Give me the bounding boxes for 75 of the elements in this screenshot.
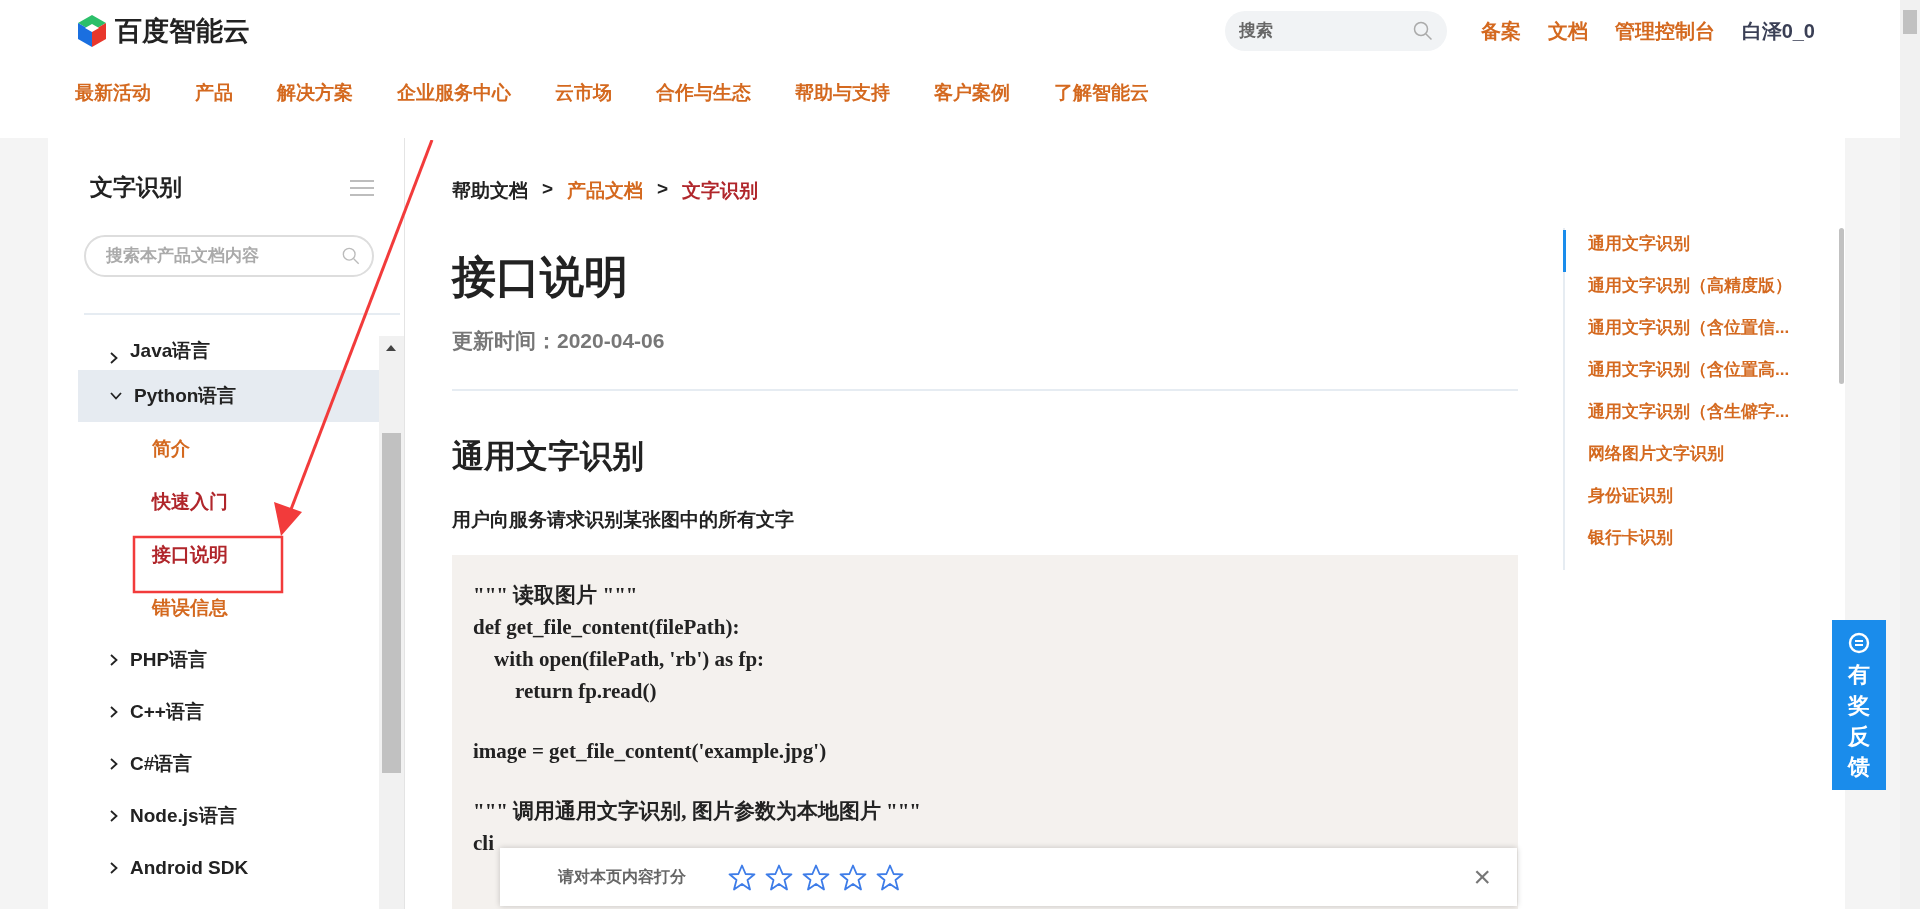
nav-link[interactable]: 云市场 — [555, 80, 612, 106]
tree-item[interactable]: Java语言 — [78, 336, 379, 370]
search-icon — [342, 247, 360, 265]
tree-item-expanded[interactable]: Python语言 — [78, 370, 379, 422]
tree-item[interactable]: Node.js语言 — [78, 790, 379, 842]
tree-link[interactable]: 快速入门 — [78, 475, 228, 528]
breadcrumb-separator: > — [657, 178, 669, 201]
nav-link[interactable]: 企业服务中心 — [397, 80, 511, 106]
code-line: """ 读取图片 """ — [473, 582, 638, 609]
header-link[interactable]: 管理控制台 — [1614, 17, 1715, 45]
tree-item[interactable]: C#语言 — [78, 738, 379, 790]
tree-item[interactable]: PHP语言 — [78, 634, 379, 686]
close-button[interactable]: × — [1467, 862, 1497, 892]
code-line: with open(filePath, 'rb') as fp: — [493, 646, 765, 673]
code-line: def get_file_content(filePath): — [473, 614, 740, 641]
tree-item[interactable]: Android SDK — [78, 842, 379, 894]
chevron-right-icon — [110, 758, 118, 770]
star-icon[interactable] — [765, 863, 793, 891]
logo-text: 百度智能云 — [115, 15, 250, 48]
chevron-right-icon — [110, 810, 118, 822]
header-link[interactable]: 文档 — [1547, 17, 1588, 45]
breadcrumb-link[interactable]: 文字识别 — [682, 178, 759, 204]
breadcrumb-link[interactable]: 帮助文档 — [452, 178, 528, 204]
chevron-right-icon — [110, 352, 118, 364]
code-line: image = get_file_content('example.jpg') — [473, 738, 827, 765]
toc-link[interactable]: 通用文字识别 — [1563, 230, 1690, 272]
scrollbar-thumb[interactable] — [1839, 228, 1844, 384]
rating-prompt: 请对本页内容打分 — [558, 866, 686, 887]
toc-link[interactable]: 网络图片文字识别 — [1563, 440, 1724, 482]
feedback-icon — [1848, 632, 1870, 654]
star-icon[interactable] — [876, 863, 904, 891]
chevron-right-icon — [110, 862, 118, 874]
nav-link[interactable]: 客户案例 — [934, 80, 1010, 106]
chevron-right-icon — [110, 706, 118, 718]
toc-link[interactable]: 通用文字识别（高精度版） — [1563, 272, 1792, 314]
update-time: 更新时间：2020-04-06 — [452, 328, 666, 354]
nav-link[interactable]: 产品 — [195, 80, 233, 106]
search-field[interactable]: 搜索本产品文档内容 — [84, 235, 374, 277]
breadcrumb-link[interactable]: 产品文档 — [567, 178, 644, 204]
tree-item[interactable]: C++语言 — [78, 686, 379, 738]
toc-link[interactable]: 通用文字识别（含位置高... — [1563, 356, 1790, 398]
nav-link[interactable]: 最新活动 — [75, 80, 151, 106]
star-icon[interactable] — [802, 863, 830, 891]
header-link[interactable]: 备案 — [1480, 17, 1521, 45]
code-line: """ 调用通用文字识别, 图片参数为本地图片 """ — [473, 798, 921, 825]
logo-icon — [75, 14, 109, 48]
chevron-right-icon — [110, 654, 118, 666]
sidebar-title: 文字识别 — [90, 173, 182, 202]
search-field[interactable]: 搜索 — [1224, 11, 1447, 51]
toc-link[interactable]: 通用文字识别（含生僻字... — [1563, 398, 1790, 440]
code-line: return fp.read() — [514, 678, 657, 705]
star-icon[interactable] — [839, 863, 867, 891]
code-line: cli — [473, 830, 494, 857]
tree-link[interactable]: 简介 — [78, 422, 190, 475]
nav-link[interactable]: 帮助与支持 — [795, 80, 890, 106]
scroll-up-icon[interactable] — [385, 344, 397, 352]
page-scrollbar[interactable] — [1900, 0, 1920, 909]
search-icon — [1412, 21, 1433, 41]
breadcrumb-separator: > — [542, 178, 554, 201]
page-title: 接口说明 — [452, 251, 629, 303]
nav-link[interactable]: 了解智能云 — [1054, 80, 1149, 106]
toc-link[interactable]: 通用文字识别（含位置信... — [1563, 314, 1790, 356]
tree-link[interactable]: 接口说明 — [78, 528, 228, 581]
feedback-button[interactable]: 有奖反馈 — [1832, 620, 1886, 790]
tree-link[interactable]: 错误信息 — [78, 581, 228, 634]
nav-link[interactable]: 合作与生态 — [656, 80, 751, 106]
section-description: 用户向服务请求识别某张图中的所有文字 — [452, 508, 795, 532]
toc-link[interactable]: 银行卡识别 — [1563, 524, 1673, 566]
star-icon[interactable] — [728, 863, 756, 891]
user-name[interactable]: 白泽0_0 — [1741, 17, 1815, 45]
chevron-down-icon — [110, 392, 122, 400]
toc-link[interactable]: 身份证识别 — [1563, 482, 1673, 524]
section-heading: 通用文字识别 — [452, 437, 645, 476]
nav-link[interactable]: 解决方案 — [277, 80, 353, 106]
scrollbar[interactable] — [379, 336, 404, 909]
